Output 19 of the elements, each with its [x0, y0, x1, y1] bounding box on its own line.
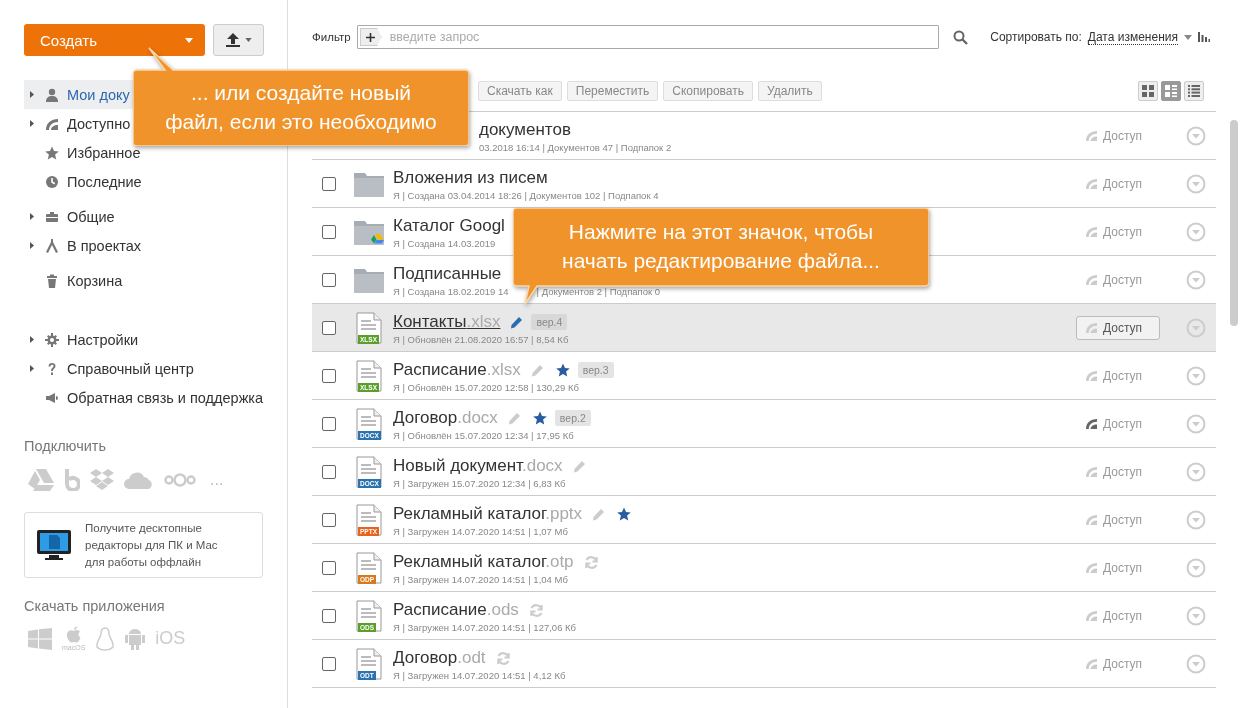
filter-label: Фильтр [312, 31, 351, 43]
file-meta: Я | Обновлён 15.07.2020 12:58 | 130,29 Кб [393, 382, 579, 393]
file-meta: | Документов 2 | Подпапок 0 [536, 286, 661, 297]
file-meta: Я | Создана 18.02.2019 14 [393, 286, 509, 297]
file-meta: Я | Загружен 14.07.2020 14:51 | 4,12 Кб [393, 670, 566, 681]
file-meta: Я | Загружен 14.07.2020 14:51 | 127,06 Кб [393, 622, 577, 633]
file-meta: Я | Загружен 14.07.2020 14:51 | 1,07 Мб [393, 526, 568, 537]
file-meta: Я | Создана 14.03.2019 [393, 238, 496, 249]
promo-text: Получите десктопные редакторы для ПК и Mac для работы оффлайн [85, 520, 219, 570]
hint-tooltip: ... или создайте новый файл, если это необходимо [133, 46, 469, 146]
sort-label: Сортировать по: [990, 30, 1082, 44]
section-title: Подключить [24, 438, 107, 454]
file-meta: Я | Обновлён 15.07.2020 12:34 | 17,95 Кб [393, 430, 574, 441]
file-meta: Я | Обновлён 21.08.2020 16:57 | 8,54 Кб [393, 334, 569, 345]
file-meta: Я | Создана 03.04.2014 18:26 | Документов 102 | Подпапок 4 [393, 190, 659, 201]
section-title: Скачать приложения [24, 598, 166, 614]
file-meta: Я | Загружен 15.07.2020 12:34 | 6,83 Кб [393, 478, 566, 489]
file-meta: 03.2018 16:14 | Документов 47 | Подпапок 2 [479, 142, 672, 153]
file-meta: Я | Загружен 14.07.2020 14:51 | 1,04 Мб [393, 574, 568, 585]
